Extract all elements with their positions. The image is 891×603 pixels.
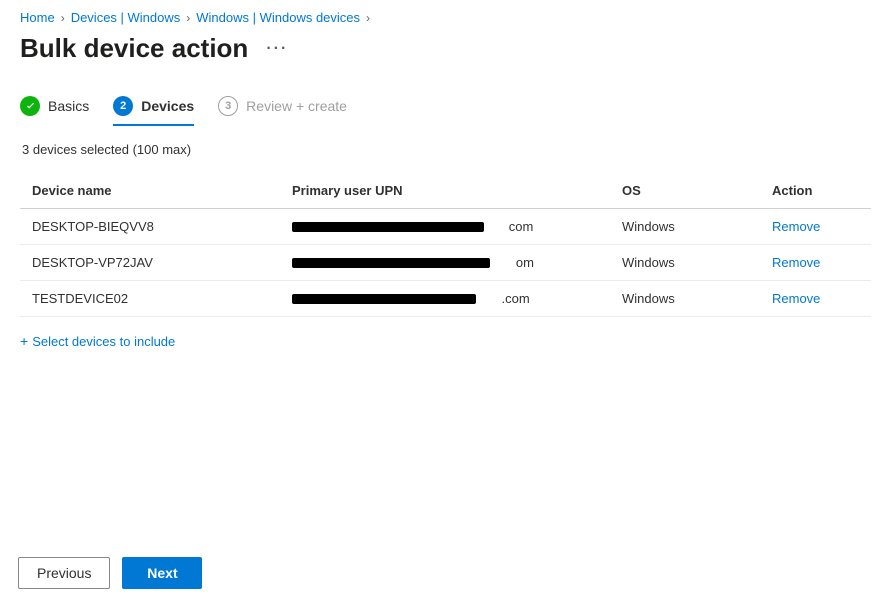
plus-icon: + [20,333,28,349]
table-row: DESKTOP-VP72JAV om Windows Remove [20,245,871,281]
breadcrumb-home[interactable]: Home [20,10,55,25]
select-devices-link[interactable]: + Select devices to include [20,333,175,349]
tab-basics[interactable]: Basics [20,96,89,126]
chevron-right-icon: › [186,11,190,25]
step-number-icon: 2 [113,96,133,116]
tab-label: Devices [141,98,194,114]
cell-os: Windows [622,219,772,234]
footer: Previous Next [0,546,891,603]
tab-label: Basics [48,98,89,114]
col-header-action: Action [772,183,859,198]
tab-review[interactable]: 3 Review + create [218,96,347,126]
breadcrumb: Home › Devices | Windows › Windows | Win… [0,0,891,31]
more-icon[interactable]: ··· [266,40,288,58]
step-number-icon: 3 [218,96,238,116]
col-header-device: Device name [32,183,292,198]
remove-link[interactable]: Remove [772,255,820,270]
breadcrumb-windows[interactable]: Windows | Windows devices [196,10,360,25]
chevron-right-icon: › [366,11,370,25]
select-devices-label: Select devices to include [32,334,175,349]
tab-devices[interactable]: 2 Devices [113,96,194,126]
col-header-os: OS [622,183,772,198]
breadcrumb-devices[interactable]: Devices | Windows [71,10,181,25]
table-row: DESKTOP-BIEQVV8 com Windows Remove [20,209,871,245]
cell-upn: om [292,255,622,270]
cell-upn: com [292,219,622,234]
col-header-upn: Primary user UPN [292,183,622,198]
device-table: Device name Primary user UPN OS Action D… [20,173,871,317]
check-icon [20,96,40,116]
cell-device: TESTDEVICE02 [32,291,292,306]
cell-os: Windows [622,291,772,306]
cell-os: Windows [622,255,772,270]
remove-link[interactable]: Remove [772,291,820,306]
wizard-tabs: Basics 2 Devices 3 Review + create [0,82,891,126]
selection-summary: 3 devices selected (100 max) [0,126,891,167]
cell-device: DESKTOP-BIEQVV8 [32,219,292,234]
remove-link[interactable]: Remove [772,219,820,234]
next-button[interactable]: Next [122,557,202,589]
cell-device: DESKTOP-VP72JAV [32,255,292,270]
cell-upn: .com [292,291,622,306]
page-title: Bulk device action [20,33,248,64]
tab-label: Review + create [246,98,347,114]
table-row: TESTDEVICE02 .com Windows Remove [20,281,871,317]
previous-button[interactable]: Previous [18,557,110,589]
chevron-right-icon: › [61,11,65,25]
